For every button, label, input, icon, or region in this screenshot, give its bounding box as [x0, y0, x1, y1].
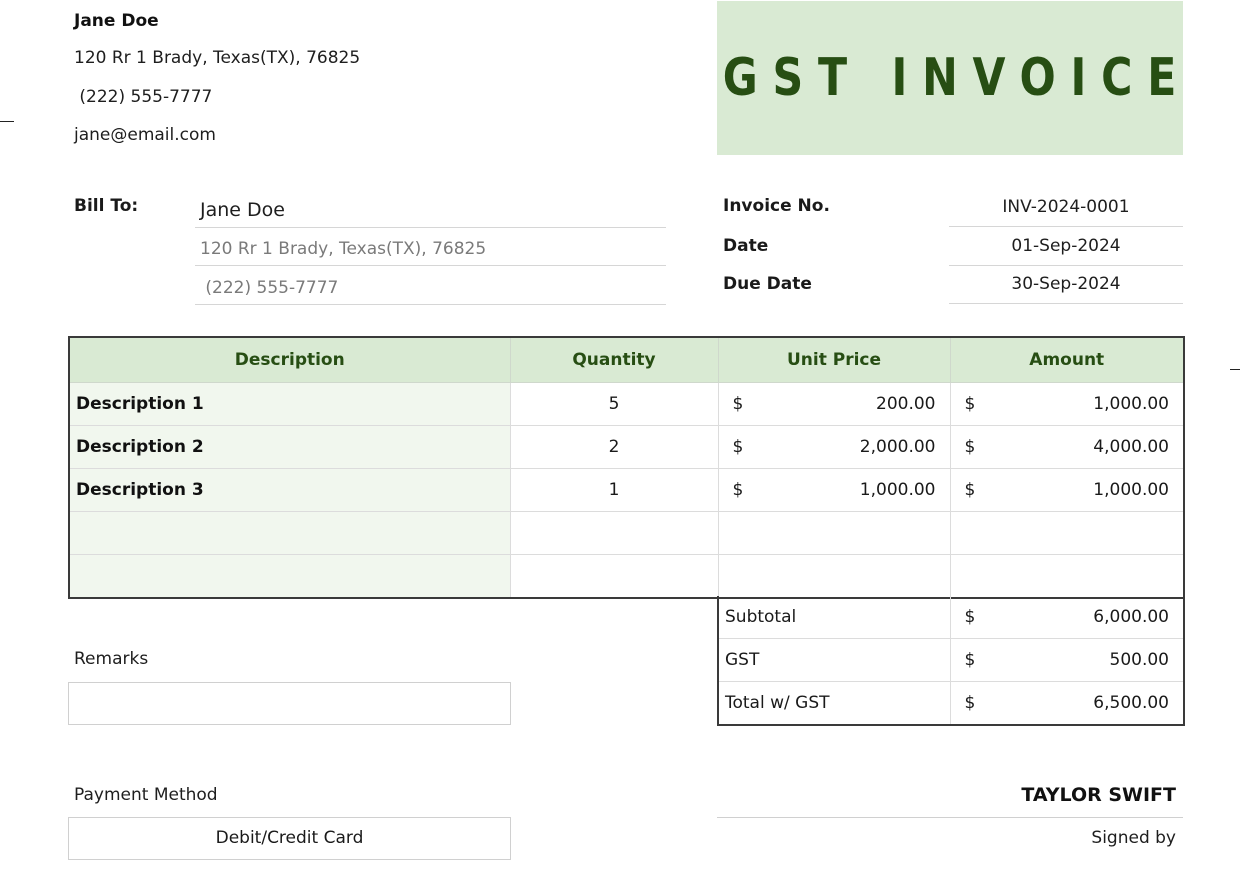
payment-method-field[interactable]: Debit/Credit Card — [68, 817, 511, 860]
item-unit-price[interactable]: $1,000.00 — [717, 468, 950, 512]
invoice-title-banner: GST INVOICE — [717, 1, 1183, 155]
header-unit-price: Unit Price — [717, 337, 950, 383]
item-amount — [949, 554, 1184, 599]
bill-to-phone-field[interactable]: (222) 555-7777 — [195, 268, 666, 305]
item-amount-value: 1,000.00 — [1093, 480, 1169, 500]
table-row: Description 1 5 $200.00 $1,000.00 — [68, 382, 1184, 426]
bill-to-address-field[interactable]: 120 Rr 1 Brady, Texas(TX), 76825 — [195, 229, 666, 266]
currency-symbol: $ — [964, 394, 976, 414]
item-quantity[interactable]: 1 — [509, 468, 718, 512]
item-unit-price[interactable] — [717, 554, 950, 599]
item-description[interactable]: Description 2 — [68, 425, 510, 469]
item-amount-value: 4,000.00 — [1093, 437, 1169, 457]
remarks-label: Remarks — [74, 649, 149, 669]
left-edge-mark — [0, 121, 14, 122]
total-row: Total w/ GST $6,500.00 — [717, 681, 1184, 725]
bill-to-phone: (222) 555-7777 — [200, 278, 339, 298]
seller-address: 120 Rr 1 Brady, Texas(TX), 76825 — [74, 48, 361, 68]
currency-symbol: $ — [964, 480, 976, 500]
invoice-number-field[interactable]: INV-2024-0001 — [949, 190, 1183, 227]
subtotal-value: 6,000.00 — [1093, 607, 1169, 627]
bill-to-name: Jane Doe — [200, 199, 285, 221]
gst-amount[interactable]: $500.00 — [949, 638, 1184, 682]
items-table: Description Quantity Unit Price Amount D… — [68, 336, 1185, 599]
items-header-row: Description Quantity Unit Price Amount — [68, 337, 1184, 383]
item-quantity[interactable] — [509, 554, 718, 599]
item-unit-price[interactable]: $2,000.00 — [717, 425, 950, 469]
item-amount: $4,000.00 — [949, 425, 1184, 469]
seller-phone: (222) 555-7777 — [74, 87, 213, 107]
table-row-empty — [68, 554, 1184, 599]
bill-to-name-field[interactable]: Jane Doe — [195, 191, 666, 228]
payment-method-label: Payment Method — [74, 785, 218, 805]
item-quantity[interactable]: 2 — [509, 425, 718, 469]
currency-symbol: $ — [732, 394, 744, 414]
item-unit-price-value: 2,000.00 — [859, 437, 936, 457]
item-description[interactable]: Description 3 — [68, 468, 510, 512]
header-amount: Amount — [949, 337, 1184, 383]
subtotal-amount: $6,000.00 — [949, 596, 1184, 639]
table-row: Description 2 2 $2,000.00 $4,000.00 — [68, 425, 1184, 469]
item-quantity[interactable]: 5 — [509, 382, 718, 426]
bill-to-address: 120 Rr 1 Brady, Texas(TX), 76825 — [200, 239, 487, 259]
due-date-field[interactable]: 30-Sep-2024 — [949, 267, 1183, 304]
total-value: 6,500.00 — [1093, 693, 1169, 713]
date-field[interactable]: 01-Sep-2024 — [949, 229, 1183, 266]
due-date-label: Due Date — [723, 274, 812, 294]
header-description: Description — [68, 337, 510, 383]
header-quantity: Quantity — [509, 337, 718, 383]
subtotal-row: Subtotal $6,000.00 — [717, 596, 1184, 639]
seller-email: jane@email.com — [74, 125, 216, 145]
item-amount: $1,000.00 — [949, 382, 1184, 426]
gst-label: GST — [717, 638, 950, 682]
date-label: Date — [723, 236, 769, 256]
item-amount: $1,000.00 — [949, 468, 1184, 512]
item-unit-price-value: 200.00 — [876, 394, 936, 414]
subtotal-label: Subtotal — [717, 596, 950, 639]
total-amount: $6,500.00 — [949, 681, 1184, 725]
remarks-field[interactable] — [68, 682, 511, 725]
item-description[interactable]: Description 1 — [68, 382, 510, 426]
currency-symbol: $ — [964, 693, 976, 713]
item-unit-price[interactable] — [717, 511, 950, 555]
item-quantity[interactable] — [509, 511, 718, 555]
invoice-number-label: Invoice No. — [723, 196, 830, 216]
seller-name: Jane Doe — [74, 11, 159, 31]
gst-row: GST $500.00 — [717, 638, 1184, 682]
gst-value: 500.00 — [1109, 650, 1169, 670]
signature-line — [717, 817, 1183, 818]
signed-by-caption: Signed by — [1091, 828, 1176, 848]
currency-symbol: $ — [732, 437, 744, 457]
totals-table: Subtotal $6,000.00 GST $500.00 Total w/ … — [717, 596, 1185, 726]
currency-symbol: $ — [964, 607, 976, 627]
item-unit-price-value: 1,000.00 — [859, 480, 936, 500]
signer-name: TAYLOR SWIFT — [1021, 784, 1176, 806]
right-edge-mark — [1230, 369, 1240, 370]
table-row-empty — [68, 511, 1184, 555]
currency-symbol: $ — [964, 650, 976, 670]
total-label: Total w/ GST — [717, 681, 950, 725]
item-amount-value: 1,000.00 — [1093, 394, 1169, 414]
table-row: Description 3 1 $1,000.00 $1,000.00 — [68, 468, 1184, 512]
bill-to-label: Bill To: — [74, 196, 139, 216]
invoice-title: GST INVOICE — [723, 48, 1192, 108]
item-description[interactable] — [68, 511, 510, 555]
currency-symbol: $ — [964, 437, 976, 457]
item-unit-price[interactable]: $200.00 — [717, 382, 950, 426]
currency-symbol: $ — [732, 480, 744, 500]
item-amount — [949, 511, 1184, 555]
item-description[interactable] — [68, 554, 510, 599]
